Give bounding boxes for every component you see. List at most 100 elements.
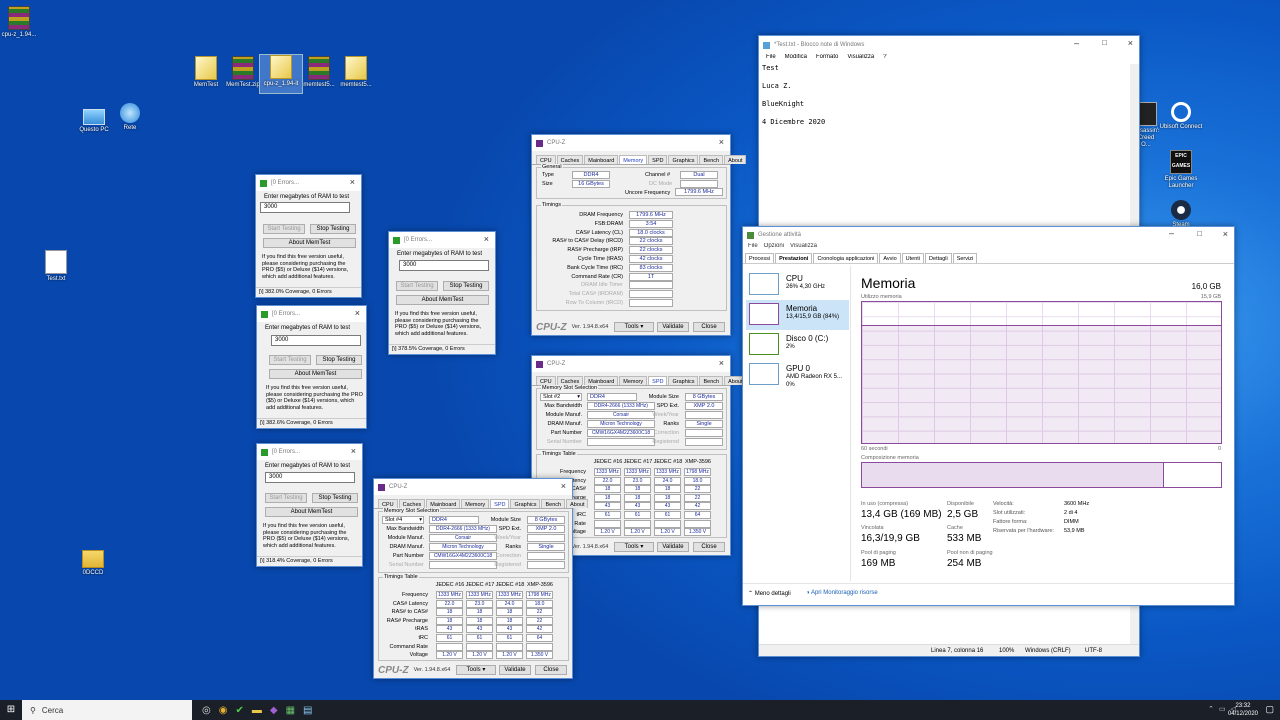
tab-mainboard[interactable]: Mainboard (426, 499, 461, 508)
title-bar[interactable]: [0 Errors... × (257, 444, 362, 460)
desktop-icon-test-txt[interactable]: Test.txt (34, 250, 78, 283)
task-view-icon[interactable]: ◎ (202, 705, 211, 716)
memtest-window-3[interactable]: [0 Errors... × Enter megabytes of RAM to … (256, 443, 363, 567)
stop-testing-button[interactable]: Stop Testing (443, 281, 489, 291)
menu-help[interactable]: ? (883, 54, 886, 64)
memtest-taskbar-icon[interactable]: ✔ (235, 705, 243, 716)
menu-file[interactable]: File (748, 243, 758, 253)
desktop-icon-memtest5[interactable]: memtest5... (334, 56, 378, 89)
sidebar-item-disco[interactable]: Disco 0 (C:) 2% (746, 330, 846, 360)
tab-cronologia[interactable]: Cronologia applicazioni (813, 253, 879, 263)
tab-caches[interactable]: Caches (556, 376, 584, 385)
close-icon[interactable]: × (350, 177, 355, 187)
close-icon[interactable]: × (561, 481, 566, 491)
tab-memory[interactable]: Memory (619, 376, 648, 385)
desktop-icon-ubisoft[interactable]: Ubisoft Connect (1159, 102, 1203, 131)
close-icon[interactable]: × (355, 308, 360, 318)
title-bar[interactable]: [0 Errors... × (389, 232, 495, 248)
maximize-icon[interactable]: □ (1197, 229, 1202, 238)
ram-mb-input[interactable]: 3000 (271, 335, 361, 346)
start-testing-button[interactable]: Start Testing (263, 224, 305, 234)
menu-formato[interactable]: Formato (816, 54, 838, 64)
start-testing-button[interactable]: Start Testing (396, 281, 438, 291)
notifications-icon[interactable]: ▢ (1265, 704, 1274, 715)
minimize-icon[interactable]: – (1169, 228, 1174, 238)
desktop-icon-epic[interactable]: EPIC GAMES Epic Games Launcher (1159, 150, 1203, 190)
title-bar[interactable]: *Test.txt - Blocco note di Windows – □ × (759, 36, 1139, 54)
menu-visualizza[interactable]: Visualizza (847, 54, 874, 64)
search-box[interactable]: ⚲ Cerca (22, 700, 192, 720)
about-memtest-button[interactable]: About MemTest (263, 238, 356, 248)
tab-mainboard[interactable]: Mainboard (584, 376, 619, 385)
tab-spd[interactable]: SPD (490, 499, 510, 508)
menu-file[interactable]: File (766, 54, 776, 64)
tab-memory[interactable]: Memory (619, 155, 648, 164)
close-icon[interactable]: × (351, 446, 356, 456)
close-icon[interactable]: × (1223, 229, 1228, 239)
menu-opzioni[interactable]: Opzioni (764, 243, 784, 253)
tab-mainboard[interactable]: Mainboard (584, 155, 619, 164)
memtest-window-4[interactable]: [0 Errors... × Enter megabytes of RAM to … (388, 231, 496, 355)
desktop-icon-steam[interactable]: Steam (1159, 200, 1203, 229)
ram-mb-input[interactable]: 3000 (260, 202, 350, 213)
tab-bench[interactable]: Bench (699, 376, 724, 385)
tab-spd[interactable]: SPD (648, 155, 668, 164)
less-details-link[interactable]: ⌃ Meno dettagli (748, 590, 791, 597)
tab-bench[interactable]: Bench (699, 155, 724, 164)
tab-cpu[interactable]: CPU (536, 376, 556, 385)
validate-button[interactable]: Validate (657, 322, 689, 332)
slot-select[interactable]: Slot #4 ▾ (382, 516, 424, 524)
stop-testing-button[interactable]: Stop Testing (310, 224, 356, 234)
ram-mb-input[interactable]: 3000 (399, 260, 489, 271)
slot-select[interactable]: Slot #2 ▾ (540, 393, 582, 401)
tab-caches[interactable]: Caches (398, 499, 426, 508)
tab-bench[interactable]: Bench (541, 499, 566, 508)
tab-graphics[interactable]: Graphics (668, 376, 699, 385)
menu-modifica[interactable]: Modifica (785, 54, 807, 64)
about-memtest-button[interactable]: About MemTest (269, 369, 362, 379)
title-bar[interactable]: CPU-Z × (532, 356, 730, 372)
task-manager-window[interactable]: Gestione attività – □ × File Opzioni Visua… (742, 226, 1235, 606)
tab-dettagli[interactable]: Dettagli (925, 253, 952, 263)
network-icon[interactable]: ▭ (1219, 705, 1226, 713)
tab-processi[interactable]: Processi (745, 253, 775, 263)
tab-avvio[interactable]: Avvio (879, 253, 901, 263)
close-icon[interactable]: × (484, 234, 489, 244)
sidebar-item-memoria[interactable]: Memoria 13,4/15,9 GB (84%) (746, 300, 849, 330)
tools-button[interactable]: Tools ▾ (614, 322, 654, 332)
task-manager-taskbar-icon[interactable]: ▦ (286, 705, 295, 716)
tab-servizi[interactable]: Servizi (952, 253, 978, 263)
cpuz-memory-window[interactable]: CPU-Z × CPU Caches Mainboard Memory SPD Graphi… (531, 134, 747, 336)
sidebar-item-gpu[interactable]: GPU 0 AMD Radeon RX 5... 0% (746, 360, 846, 394)
sidebar-item-cpu[interactable]: CPU 26% 4,30 GHz (746, 270, 846, 300)
desktop-icon-rete[interactable]: Rete (108, 103, 152, 132)
tab-graphics[interactable]: Graphics (510, 499, 541, 508)
memtest-window-2[interactable]: [0 Errors... × Enter megabytes of RAM to … (256, 305, 367, 429)
tab-prestazioni[interactable]: Prestazioni (775, 253, 813, 263)
tab-about[interactable]: About (566, 499, 589, 508)
start-testing-button[interactable]: Start Testing (269, 355, 311, 365)
title-bar[interactable]: CPU-Z × (374, 479, 572, 495)
open-resource-monitor-link[interactable]: ◑ Apri Monitoraggio risorse (806, 590, 878, 596)
start-windows-icon[interactable]: ⊞ (0, 700, 22, 720)
notepad-taskbar-icon[interactable]: ▤ (303, 705, 312, 716)
clock[interactable]: 23:32 04/12/2020 (1228, 702, 1258, 718)
close-icon[interactable]: × (1128, 38, 1133, 48)
cpuz-spd-window-slot4[interactable]: CPU-Z × CPU Caches Mainboard Memory SPD Graphic… (373, 478, 589, 679)
title-bar[interactable]: Gestione attività – □ × (743, 227, 1234, 243)
tools-button[interactable]: Tools ▾ (614, 542, 654, 552)
tab-memory[interactable]: Memory (461, 499, 490, 508)
tab-caches[interactable]: Caches (556, 155, 584, 164)
tools-button[interactable]: Tools ▾ (456, 665, 496, 675)
tab-about[interactable]: About (724, 155, 747, 164)
tab-graphics[interactable]: Graphics (668, 155, 699, 164)
title-bar[interactable]: CPU-Z × (532, 135, 730, 151)
tab-utenti[interactable]: Utenti (901, 253, 925, 263)
about-memtest-button[interactable]: About MemTest (396, 295, 489, 305)
tab-cpu[interactable]: CPU (536, 155, 556, 164)
memtest-window-1[interactable]: [0 Errors... × Enter megabytes of RAM to … (255, 174, 362, 298)
close-icon[interactable]: × (719, 137, 724, 147)
chrome-icon[interactable]: ◉ (219, 705, 228, 716)
file-explorer-icon[interactable]: ▬ (252, 705, 262, 716)
validate-button[interactable]: Validate (657, 542, 689, 552)
